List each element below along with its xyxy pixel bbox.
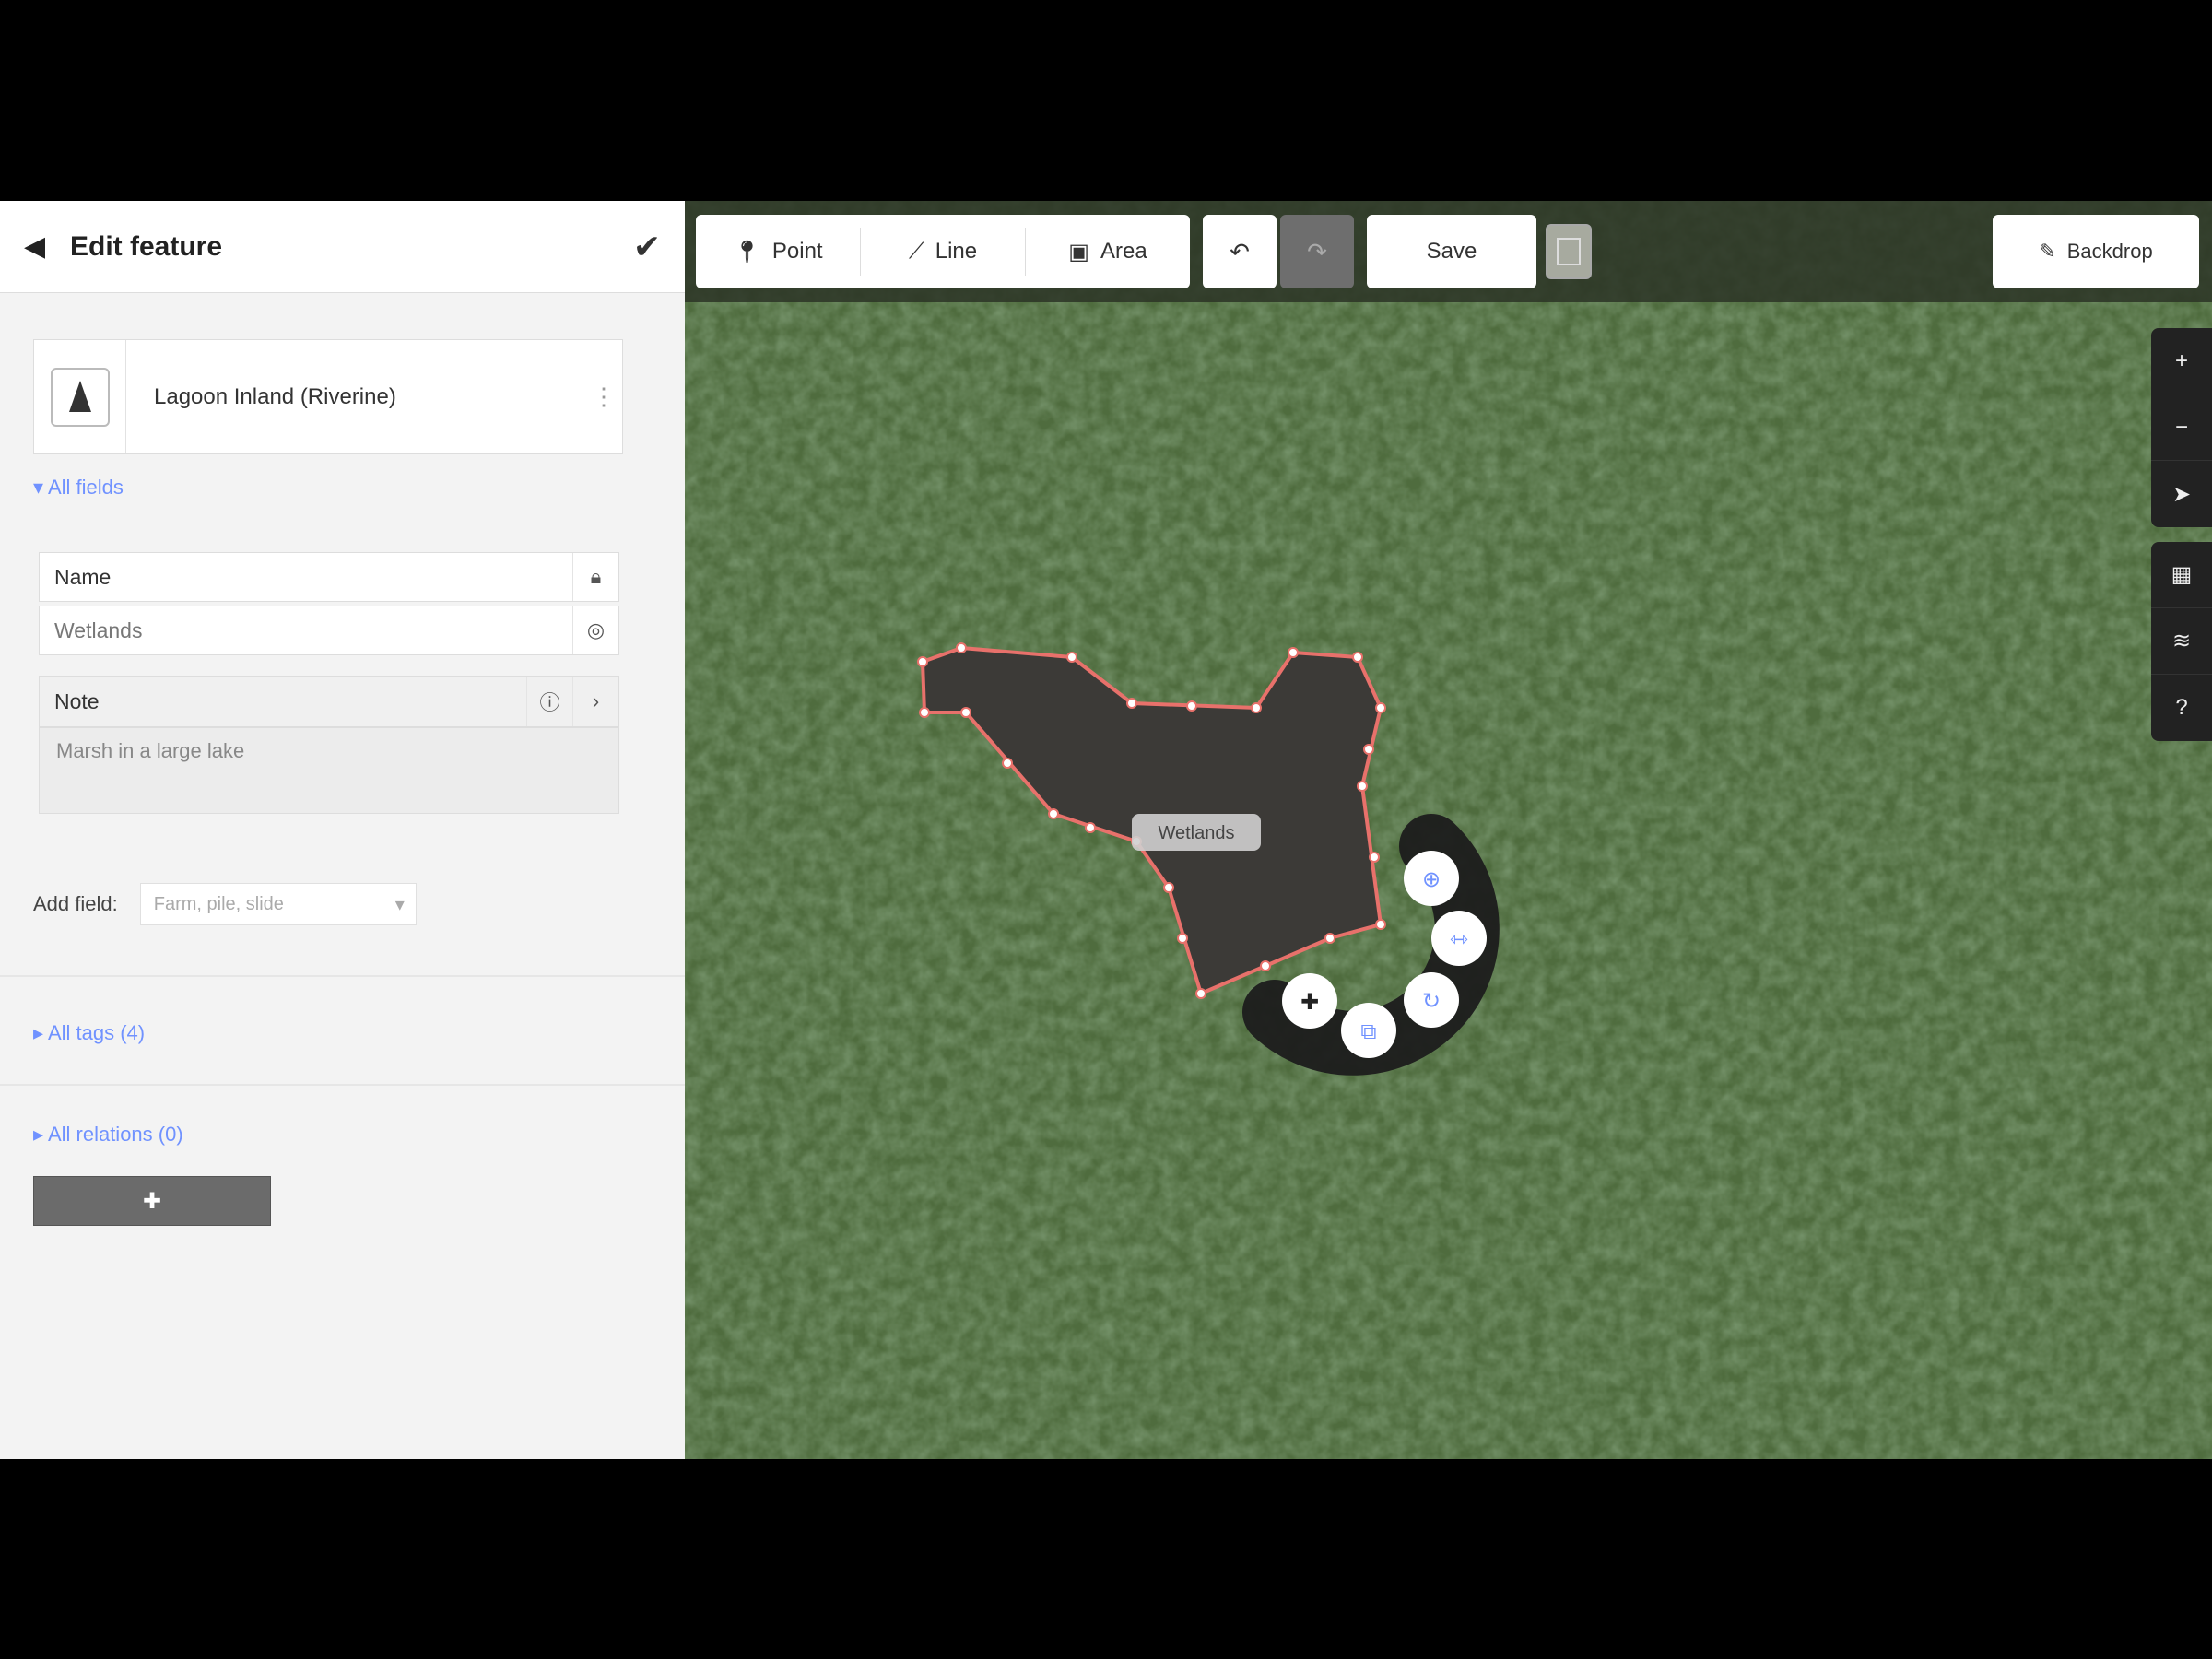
add-point-button[interactable]: 📍︎ Point [696, 215, 860, 288]
save-button[interactable]: Save [1367, 215, 1536, 288]
svg-text:⊕: ⊕ [1422, 866, 1441, 892]
draw-mode-group: 📍︎ Point ⟋ Line ▣ Area [696, 215, 1190, 288]
undo-icon[interactable]: ↶ [1203, 215, 1277, 288]
note-text: Marsh in a large lake [56, 739, 245, 762]
add-area-button[interactable]: ▣ Area [1026, 215, 1190, 288]
inspector-header: ◀ Edit feature ✔ [0, 201, 685, 293]
backdrop-button[interactable]: ✎ Backdrop [1993, 215, 2199, 288]
check-icon[interactable]: ✔ [633, 228, 661, 266]
add-field-input[interactable]: Farm, pile, slide ▾ [139, 883, 417, 925]
backdrop-label: Backdrop [2066, 240, 2153, 263]
add-field-placeholder: Farm, pile, slide [153, 893, 284, 914]
add-relation-button[interactable]: ✚ [33, 1176, 271, 1226]
globe-icon[interactable]: ◎ [572, 606, 618, 654]
line-icon: ⟋ [908, 239, 924, 264]
note-field-header: Note ⓘ › [39, 676, 619, 727]
zoom-in-icon[interactable]: + [2151, 328, 2212, 394]
lock-icon: 🔒︎ [572, 553, 618, 601]
locate-icon[interactable]: ➤ [2151, 461, 2212, 527]
point-label: Point [771, 239, 823, 264]
area-icon: ▣ [1068, 239, 1089, 265]
zoom-out-icon[interactable]: − [2151, 394, 2212, 461]
note-field-label: Note [54, 688, 100, 713]
svg-text:⧉: ⧉ [1360, 1018, 1376, 1044]
map-canvas[interactable]: Wetlands ⊕ ⇿ ↻ ⧉ ✚ 📍︎ Point ⟋ Line ▣ Are… [685, 201, 2212, 1459]
divider [0, 1084, 685, 1086]
svg-text:↻: ↻ [1422, 988, 1441, 1014]
name-value-field[interactable]: Wetlands ◎ [39, 606, 619, 655]
edit-icon: ✎ [2039, 240, 2056, 263]
help-icon[interactable]: ? [2151, 675, 2212, 741]
layers-icon[interactable] [1546, 224, 1592, 279]
add-field-row: Add field: Farm, pile, slide ▾ [33, 883, 417, 925]
note-textarea[interactable]: Marsh in a large lake [39, 727, 619, 814]
name-field[interactable]: Name 🔒︎ [39, 552, 619, 602]
svg-text:✚: ✚ [1300, 989, 1319, 1015]
inspector-title: Edit feature [70, 230, 223, 262]
preset-selector[interactable]: Lagoon Inland (Riverine) ⋮ [33, 339, 623, 454]
panel-controls: ▦ ≋ ? [2151, 542, 2212, 741]
water-icon [34, 340, 126, 453]
info-icon[interactable]: ⓘ [526, 677, 572, 726]
inspector-sidebar: ◀ Edit feature ✔ Lagoon Inland (Riverine… [0, 201, 685, 1459]
app-frame: ◀ Edit feature ✔ Lagoon Inland (Riverine… [0, 201, 2212, 1459]
chevron-right-icon[interactable]: › [572, 677, 618, 726]
all-tags-toggle[interactable]: ▸ All tags (4) [33, 1021, 145, 1045]
all-fields-toggle[interactable]: ▾ All fields [33, 476, 124, 500]
divider [0, 975, 685, 977]
preset-label: Lagoon Inland (Riverine) [154, 383, 396, 409]
name-field-label: Name [54, 564, 112, 589]
line-label: Line [935, 239, 978, 264]
svg-text:⇿: ⇿ [1450, 926, 1468, 952]
zoom-controls: + − ➤ [2151, 328, 2212, 527]
area-label: Area [1100, 239, 1147, 264]
back-arrow-icon[interactable]: ◀ [24, 230, 70, 263]
redo-icon[interactable]: ↷ [1280, 215, 1354, 288]
add-field-label: Add field: [33, 892, 118, 915]
map-imagery: Wetlands ⊕ ⇿ ↻ ⧉ ✚ [685, 201, 2212, 1459]
point-icon: 📍︎ [733, 239, 761, 265]
plus-icon: ✚ [142, 1188, 162, 1214]
fields-panel: Name 🔒︎ Wetlands ◎ Note ⓘ › Marsh in a l… [33, 537, 623, 816]
top-toolbar: 📍︎ Point ⟋ Line ▣ Area ↶ ↷ Save [696, 215, 1592, 288]
all-relations-toggle[interactable]: ▸ All relations (0) [33, 1123, 183, 1147]
add-line-button[interactable]: ⟋ Line [861, 215, 1025, 288]
feature-label: Wetlands [1158, 823, 1234, 843]
save-label: Save [1426, 239, 1477, 264]
preset-more-icon[interactable]: ⋮ [585, 382, 622, 411]
name-value-label: Wetlands [54, 618, 143, 642]
map-data-icon[interactable]: ≋ [2151, 608, 2212, 675]
chevron-down-icon: ▾ [394, 894, 405, 915]
background-icon[interactable]: ▦ [2151, 542, 2212, 608]
